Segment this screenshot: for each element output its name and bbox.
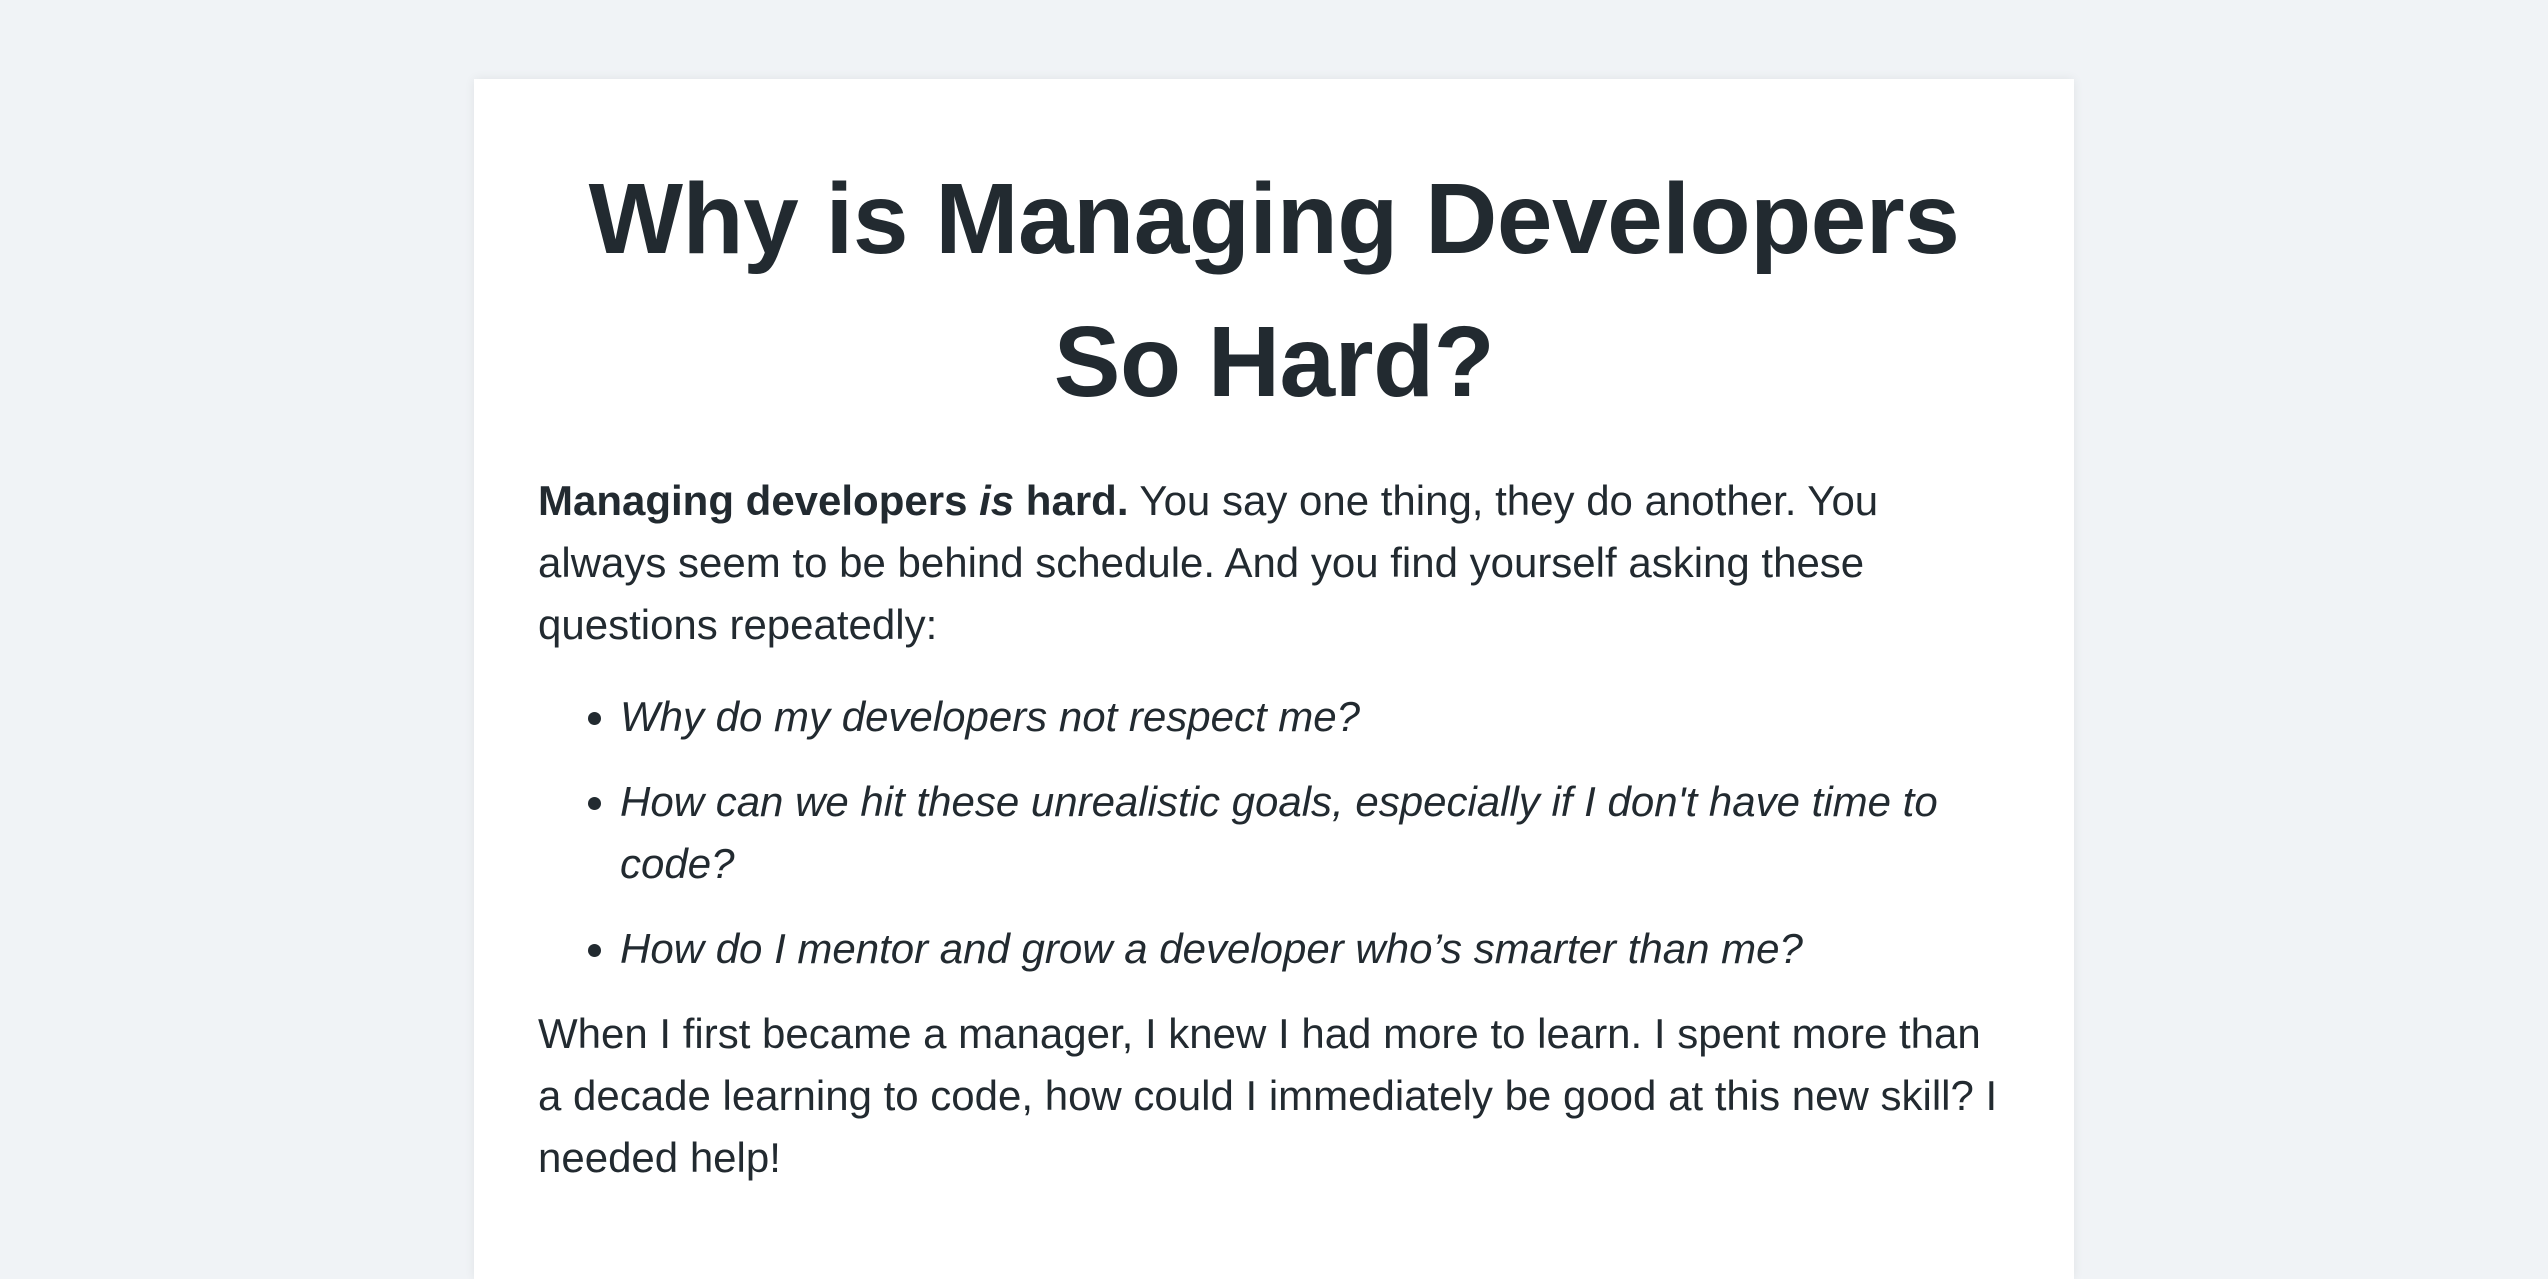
closing-paragraph: When I first became a manager, I knew I …	[538, 1010, 1998, 1181]
intro-paragraph: Managing developers is hard. You say one…	[538, 470, 2010, 656]
page-title: Why is Managing Developers So Hard?	[538, 79, 2010, 434]
list-item: How can we hit these unrealistic goals, …	[620, 771, 2010, 895]
title-line-1: Why is Managing Developers	[588, 163, 1960, 275]
list-item: Why do my developers not respect me?	[620, 686, 2010, 748]
intro-bold-start: Managing developers	[538, 477, 980, 524]
intro-bold-lead: Managing developers is hard.	[538, 477, 1129, 524]
title-line-2: So Hard?	[1053, 306, 1495, 418]
questions-list: Why do my developers not respect me? How…	[538, 686, 2010, 980]
intro-bold-emphasis: is	[979, 477, 1015, 524]
intro-bold-end: hard.	[1014, 477, 1129, 524]
list-item: How do I mentor and grow a developer who…	[620, 918, 2010, 980]
article-card: Why is Managing Developers So Hard? Mana…	[474, 79, 2074, 1279]
